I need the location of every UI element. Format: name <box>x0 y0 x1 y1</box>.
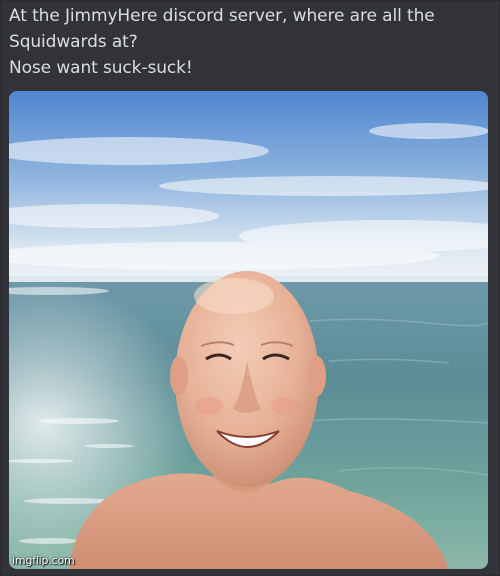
message-text: At the JimmyHere discord server, where a… <box>9 3 495 81</box>
message-line-3: Nose want suck-suck! <box>9 58 193 78</box>
message-line-1: At the JimmyHere discord server, where a… <box>9 6 435 26</box>
image-attachment[interactable]: imgflip.com <box>9 91 488 569</box>
beach-selfie-photo <box>9 91 488 569</box>
message-line-2: Squidwards at? <box>9 32 138 52</box>
screenshot-frame: At the JimmyHere discord server, where a… <box>0 0 500 576</box>
imgflip-watermark: imgflip.com <box>12 554 75 567</box>
